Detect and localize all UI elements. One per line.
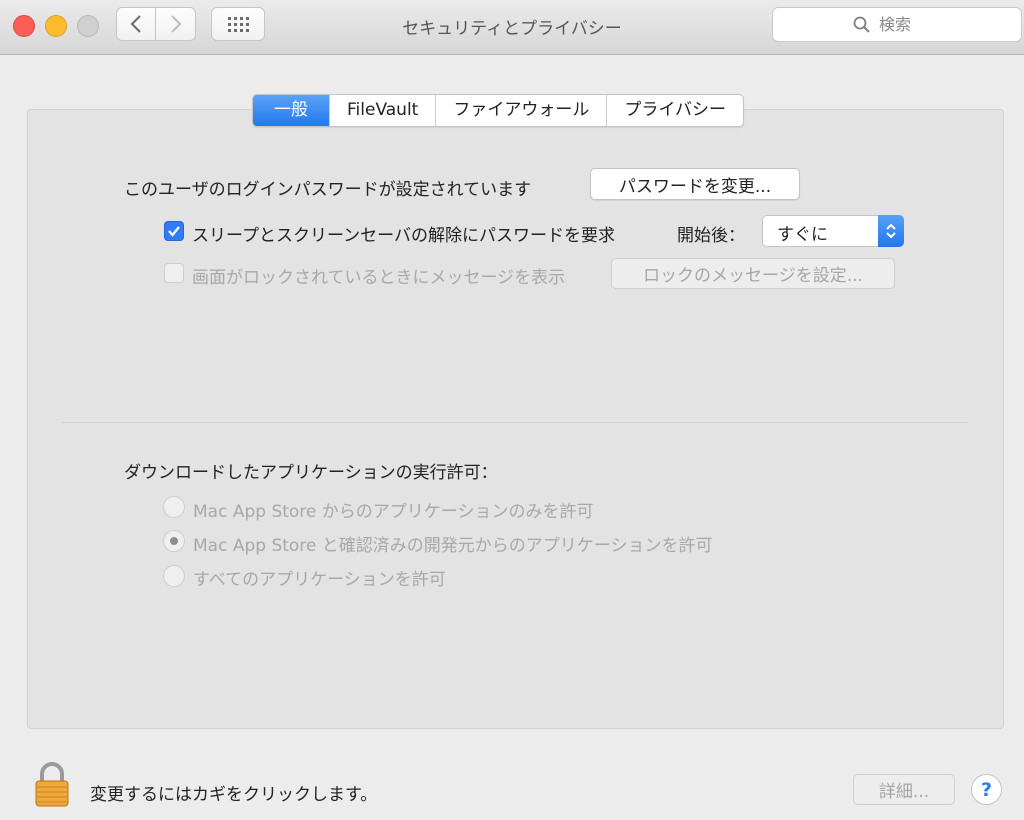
require-after-value: すぐに xyxy=(777,225,828,245)
advanced-button[interactable]: 詳細... xyxy=(853,774,955,805)
checkmark-icon xyxy=(168,226,180,237)
lock-icon[interactable] xyxy=(33,762,71,808)
updown-arrows-icon xyxy=(878,215,904,247)
require-after-select[interactable]: すぐに xyxy=(762,215,904,247)
tab-firewall[interactable]: ファイアウォール xyxy=(435,95,606,126)
show-message-label: 画面がロックされているときにメッセージを表示 xyxy=(192,268,566,288)
tab-privacy[interactable]: プライバシー xyxy=(606,95,743,126)
tab-general[interactable]: 一般 xyxy=(253,95,329,126)
set-lock-message-button[interactable]: ロックのメッセージを設定... xyxy=(611,258,895,289)
radio-anywhere[interactable] xyxy=(163,565,185,587)
tab-bar: 一般 FileVault ファイアウォール プライバシー xyxy=(252,94,745,127)
content-panel xyxy=(27,109,1004,729)
radio-app-store-and-identified-label: Mac App Store と確認済みの開発元からのアプリケーションを許可 xyxy=(193,536,713,556)
search-field[interactable] xyxy=(772,7,1022,42)
show-message-checkbox[interactable] xyxy=(164,263,184,283)
downloads-heading: ダウンロードしたアプリケーションの実行許可： xyxy=(124,463,498,483)
require-password-label: スリープとスクリーンセーバの解除にパスワードを要求 xyxy=(192,226,615,246)
tab-filevault[interactable]: FileVault xyxy=(329,95,435,126)
require-password-checkbox[interactable] xyxy=(164,221,184,241)
radio-app-store-only[interactable] xyxy=(163,496,185,518)
lock-hint-text: 変更するにはカギをクリックします。 xyxy=(90,785,378,805)
radio-app-store-and-identified[interactable] xyxy=(163,530,185,552)
require-after-label: 開始後： xyxy=(677,226,745,246)
radio-anywhere-label: すべてのアプリケーションを許可 xyxy=(193,570,446,590)
help-button[interactable]: ? xyxy=(971,774,1002,805)
section-divider xyxy=(62,422,968,423)
radio-app-store-only-label: Mac App Store からのアプリケーションのみを許可 xyxy=(193,502,594,522)
title-bar: セキュリティとプライバシー xyxy=(0,0,1024,55)
password-status-label: このユーザのログインパスワードが設定されています xyxy=(124,180,532,200)
search-icon xyxy=(853,16,870,33)
change-password-button[interactable]: パスワードを変更... xyxy=(590,168,800,200)
search-input[interactable] xyxy=(877,14,941,35)
